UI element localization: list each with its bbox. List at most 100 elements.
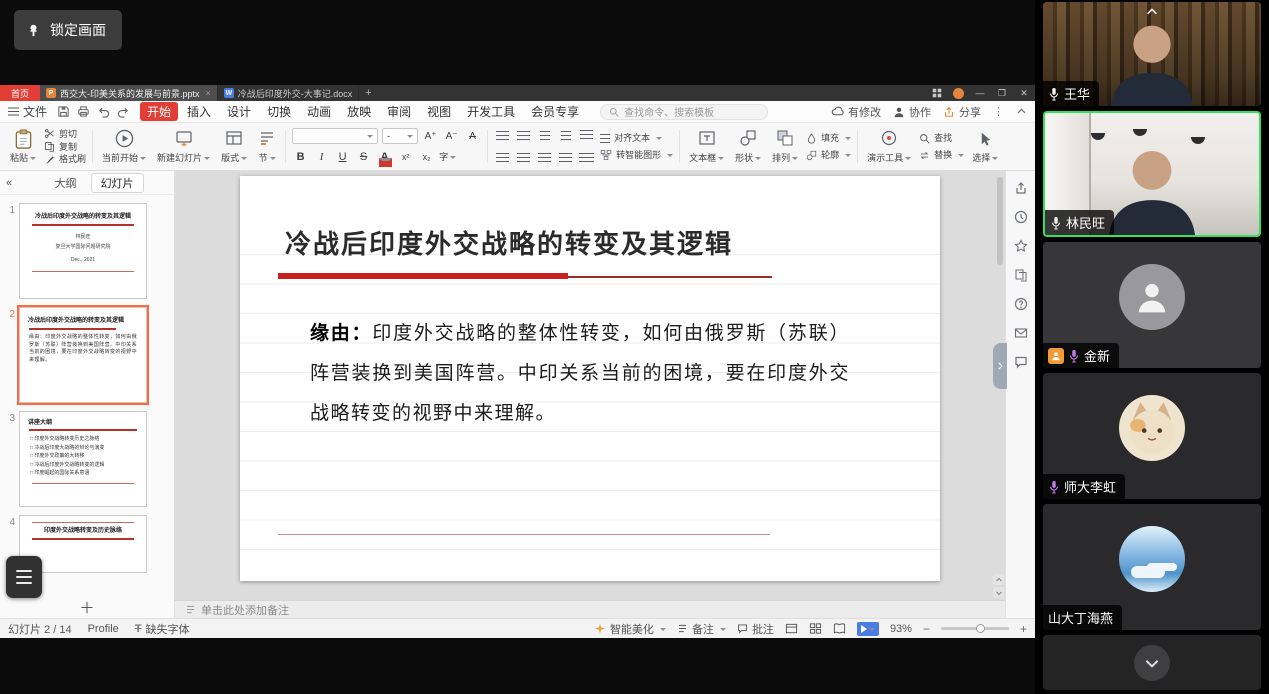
file-menu[interactable]: 文件	[8, 103, 47, 120]
section-button[interactable]: 节	[255, 127, 279, 166]
lock-screen-button[interactable]: 锁定画面	[14, 10, 122, 50]
slide-title-text[interactable]: 冷战后印度外交战略的转变及其逻辑	[285, 224, 733, 261]
menu-review[interactable]: 审阅	[380, 102, 418, 121]
italic-button[interactable]: I	[313, 148, 330, 165]
menu-transition[interactable]: 切换	[260, 102, 298, 121]
decrease-indent-button[interactable]	[536, 127, 553, 144]
font-name-select[interactable]	[292, 128, 378, 144]
workspace-grid-icon[interactable]	[926, 85, 948, 101]
line-spacing-button[interactable]	[578, 127, 595, 144]
star-icon[interactable]	[1014, 239, 1028, 253]
subscript-button[interactable]: x₂	[418, 148, 435, 165]
find-button[interactable]: 查找	[919, 132, 964, 144]
minimize-icon[interactable]: —	[969, 85, 991, 101]
align-center-button[interactable]	[515, 149, 532, 166]
layout-button[interactable]: 版式	[218, 127, 250, 166]
slide-canvas[interactable]: 冷战后印度外交战略的转变及其逻辑 缘由：印度外交战略的整体性转变，如何由俄罗斯（…	[175, 171, 1005, 618]
notes-toggle-button[interactable]: 备注	[677, 621, 726, 637]
clock-icon[interactable]	[1014, 210, 1028, 224]
slide-thumbnail-3[interactable]: 3 讲座大纲 印度外交战略转变历史之脉络 冷战后印度大战略的辩论与演变 印度外交…	[2, 411, 170, 507]
current-slide[interactable]: 冷战后印度外交战略的转变及其逻辑 缘由：印度外交战略的整体性转变，如何由俄罗斯（…	[240, 176, 940, 581]
slide-sorter-view-icon[interactable]	[809, 622, 822, 635]
participant-tile-wanghua[interactable]: 王华	[1043, 2, 1261, 106]
zoom-slider[interactable]	[941, 627, 1009, 630]
missing-font-warning[interactable]: T 缺失字体	[135, 621, 190, 637]
participant-tile-shandadinghaiyan[interactable]: 山大丁海燕	[1043, 504, 1261, 630]
scroll-participants-down-button[interactable]	[1134, 645, 1170, 681]
add-slide-button[interactable]: ＋	[79, 601, 94, 617]
superscript-button[interactable]: x²	[397, 148, 414, 165]
zoom-in-button[interactable]: +	[1020, 622, 1027, 636]
align-left-button[interactable]	[494, 149, 511, 166]
mail-icon[interactable]	[1014, 326, 1028, 340]
align-text-button[interactable]: 对齐文本	[600, 132, 673, 144]
menu-member[interactable]: 会员专享	[524, 102, 586, 121]
menu-design[interactable]: 设计	[220, 102, 258, 121]
font-color-button[interactable]: A	[376, 148, 393, 165]
participant-tile-more[interactable]	[1043, 635, 1261, 690]
smart-beautify-button[interactable]: 智能美化	[594, 621, 666, 637]
next-slide-button[interactable]	[993, 587, 1004, 598]
slideshow-play-button[interactable]	[857, 622, 879, 636]
outline-button[interactable]: 轮廓	[806, 149, 851, 161]
participant-tile-linminwang-active-speaker[interactable]: 林民旺	[1043, 111, 1261, 237]
undo-icon[interactable]	[97, 105, 110, 118]
zoom-level[interactable]: 93%	[890, 623, 912, 635]
slide-thumbnail-2[interactable]: 2 冷战后印度外交战略的转变及其逻辑 缘由：印度外交战略的整体性转变，如何由俄罗…	[2, 307, 170, 403]
textbox-button[interactable]: 文本框	[686, 127, 727, 166]
format-painter-button[interactable]: 格式刷	[44, 153, 86, 165]
participant-tile-jinxin[interactable]: 金新	[1043, 242, 1261, 368]
previous-slide-button[interactable]	[993, 574, 1004, 585]
slide-thumbnail-1[interactable]: 1 冷战后印度外交战略的转变及其逻辑 林民旺 复旦大学国际问题研究院 Dec.,…	[2, 203, 170, 299]
menu-animation[interactable]: 动画	[300, 102, 338, 121]
more-menu-icon[interactable]: ⋮	[993, 105, 1004, 118]
command-search-input[interactable]: 查找命令、搜索模板	[600, 104, 768, 120]
underline-button[interactable]: U	[334, 148, 351, 165]
participant-tile-shidalihong[interactable]: 师大李虹	[1043, 373, 1261, 499]
increase-font-button[interactable]: A⁺	[422, 128, 439, 145]
share-icon[interactable]	[1014, 181, 1028, 195]
bold-button[interactable]: B	[292, 148, 309, 165]
sync-status-button[interactable]: 有修改	[831, 104, 881, 120]
comments-toggle-button[interactable]: 批注	[737, 621, 774, 637]
numbered-list-button[interactable]	[515, 127, 532, 144]
justify-button[interactable]	[557, 149, 574, 166]
cut-button[interactable]: 剪切	[44, 128, 86, 140]
share-button[interactable]: 分享	[943, 104, 981, 120]
replace-button[interactable]: 替换	[919, 149, 964, 161]
convert-smartart-button[interactable]: 转智能图形	[600, 149, 673, 161]
decrease-font-button[interactable]: A⁻	[443, 128, 460, 145]
paste-button[interactable]: 粘贴	[7, 127, 39, 166]
menu-insert[interactable]: 插入	[180, 102, 218, 121]
expand-panel-handle[interactable]	[993, 343, 1007, 389]
close-icon[interactable]: ✕	[1013, 85, 1035, 101]
collapse-videos-icon[interactable]	[1144, 3, 1160, 21]
document-tab-pptx[interactable]: P 西交大-印美关系的发展与前景.pptx ×	[40, 85, 218, 101]
bullet-list-button[interactable]	[494, 127, 511, 144]
collapse-panel-icon[interactable]: «	[6, 177, 12, 189]
theme-name[interactable]: Profile	[88, 623, 119, 635]
shapes-button[interactable]: 形状	[732, 127, 764, 166]
help-icon[interactable]	[1014, 297, 1028, 311]
reading-view-icon[interactable]	[833, 622, 846, 635]
align-right-button[interactable]	[536, 149, 553, 166]
fill-button[interactable]: 填充	[806, 132, 851, 144]
comment-icon[interactable]	[1014, 355, 1028, 369]
menu-view[interactable]: 视图	[420, 102, 458, 121]
notes-input[interactable]: 单击此处添加备注	[175, 600, 1005, 618]
menu-devtools[interactable]: 开发工具	[460, 102, 522, 121]
copy-button[interactable]: 复制	[44, 141, 86, 153]
increase-indent-button[interactable]	[557, 127, 574, 144]
select-button[interactable]: 选择	[969, 127, 1001, 166]
wps-home-tab[interactable]: 首页	[0, 85, 40, 101]
menu-slideshow[interactable]: 放映	[340, 102, 378, 121]
play-from-current-button[interactable]: 当前开始	[99, 127, 149, 166]
new-slide-button[interactable]: 新建幻灯片	[154, 127, 213, 166]
collapse-ribbon-icon[interactable]	[1016, 106, 1027, 117]
user-avatar[interactable]	[953, 88, 964, 99]
normal-view-icon[interactable]	[785, 622, 798, 635]
presentation-tools-button[interactable]: 演示工具	[864, 127, 914, 166]
save-icon[interactable]	[57, 105, 70, 118]
zoom-slider-thumb[interactable]	[976, 624, 985, 633]
document-tab-docx[interactable]: W 冷战后印度外交-大事记.docx	[218, 85, 360, 101]
